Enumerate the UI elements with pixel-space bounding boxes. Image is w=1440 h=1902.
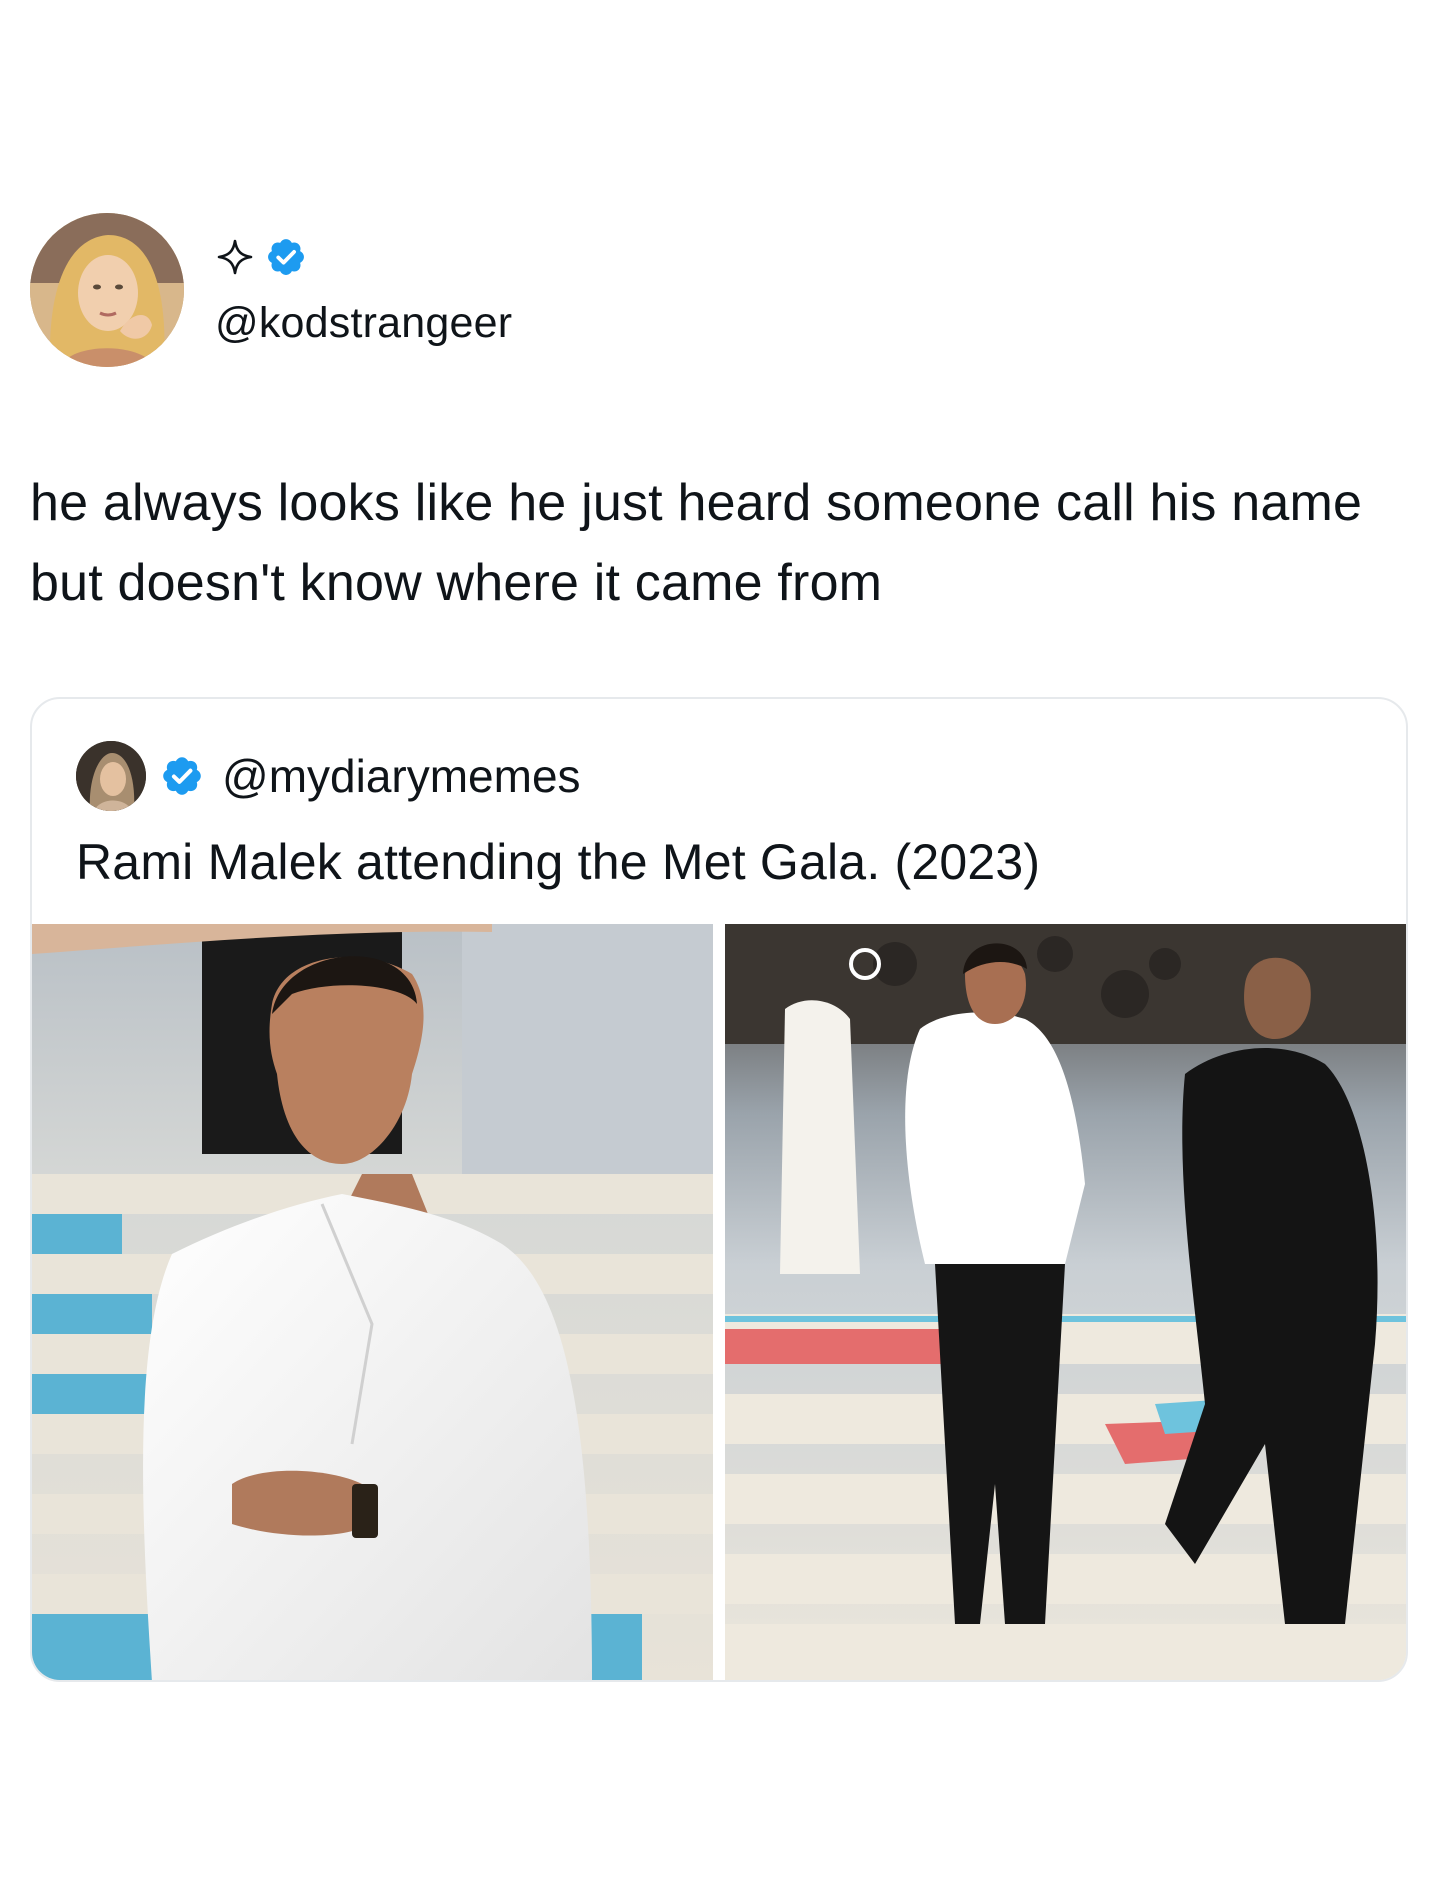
author-name-row [215, 235, 307, 279]
avatar-image [30, 213, 184, 367]
quoted-tweet-card[interactable]: @mydiarymemes Rami Malek attending the M… [30, 697, 1408, 1682]
stairs-photo-image [725, 924, 1406, 1680]
verified-badge-icon [163, 757, 201, 795]
met-gala-closeup-photo[interactable] [32, 924, 713, 1680]
quoted-author-handle[interactable]: @mydiarymemes [222, 749, 581, 803]
quoted-tweet-text: Rami Malek attending the Met Gala. (2023… [76, 834, 1041, 890]
tweet-header: @kodstrangeer [30, 213, 930, 373]
quoted-author-avatar[interactable] [76, 741, 146, 811]
quoted-tweet-media [32, 924, 1406, 1680]
author-avatar[interactable] [30, 213, 184, 367]
verified-badge-icon [268, 239, 304, 275]
quoted-tweet-header: @mydiarymemes [76, 741, 581, 811]
sparkle-icon [217, 239, 253, 275]
author-handle[interactable]: @kodstrangeer [215, 299, 512, 348]
met-gala-stairs-photo[interactable] [725, 924, 1406, 1680]
tweet-text: he always looks like he just heard someo… [30, 474, 1363, 612]
closeup-photo-image [32, 924, 713, 1680]
quoted-avatar-image [76, 741, 146, 811]
tweet: @kodstrangeer he always looks like he ju… [0, 0, 1440, 1902]
